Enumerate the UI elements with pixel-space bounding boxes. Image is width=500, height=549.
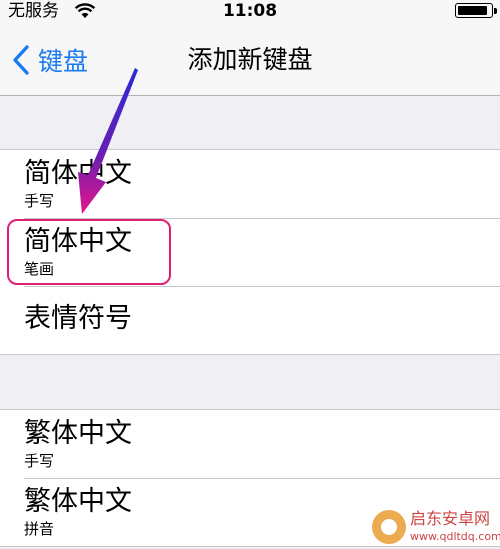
status-bar: 无服务 11:08 [0, 0, 500, 22]
keyboard-option-subtitle: 手写 [24, 452, 55, 470]
navigation-bar: 键盘 添加新键盘 [0, 22, 500, 96]
keyboard-option-emoji[interactable]: 表情符号 [0, 286, 500, 354]
battery-icon [455, 3, 493, 18]
watermark-logo-icon [372, 510, 406, 544]
watermark-url: www.qdltdq.com [410, 530, 500, 543]
keyboard-option-subtitle: 拼音 [24, 520, 55, 538]
keyboard-option-title: 简体中文 [24, 158, 132, 189]
highlight-box [7, 219, 171, 285]
keyboard-option-simplified-handwriting[interactable]: 简体中文 手写 [0, 150, 500, 218]
watermark-text: 启东安卓网 [410, 509, 491, 528]
page-title: 添加新键盘 [187, 45, 313, 74]
battery-nub [494, 8, 497, 14]
keyboard-option-title: 繁体中文 [24, 418, 132, 449]
keyboard-option-title: 表情符号 [24, 303, 132, 334]
keyboard-option-traditional-handwriting[interactable]: 繁体中文 手写 [0, 410, 500, 478]
clock: 11:08 [222, 1, 278, 21]
keyboard-option-title: 繁体中文 [24, 486, 132, 517]
keyboard-option-subtitle: 手写 [24, 192, 55, 210]
